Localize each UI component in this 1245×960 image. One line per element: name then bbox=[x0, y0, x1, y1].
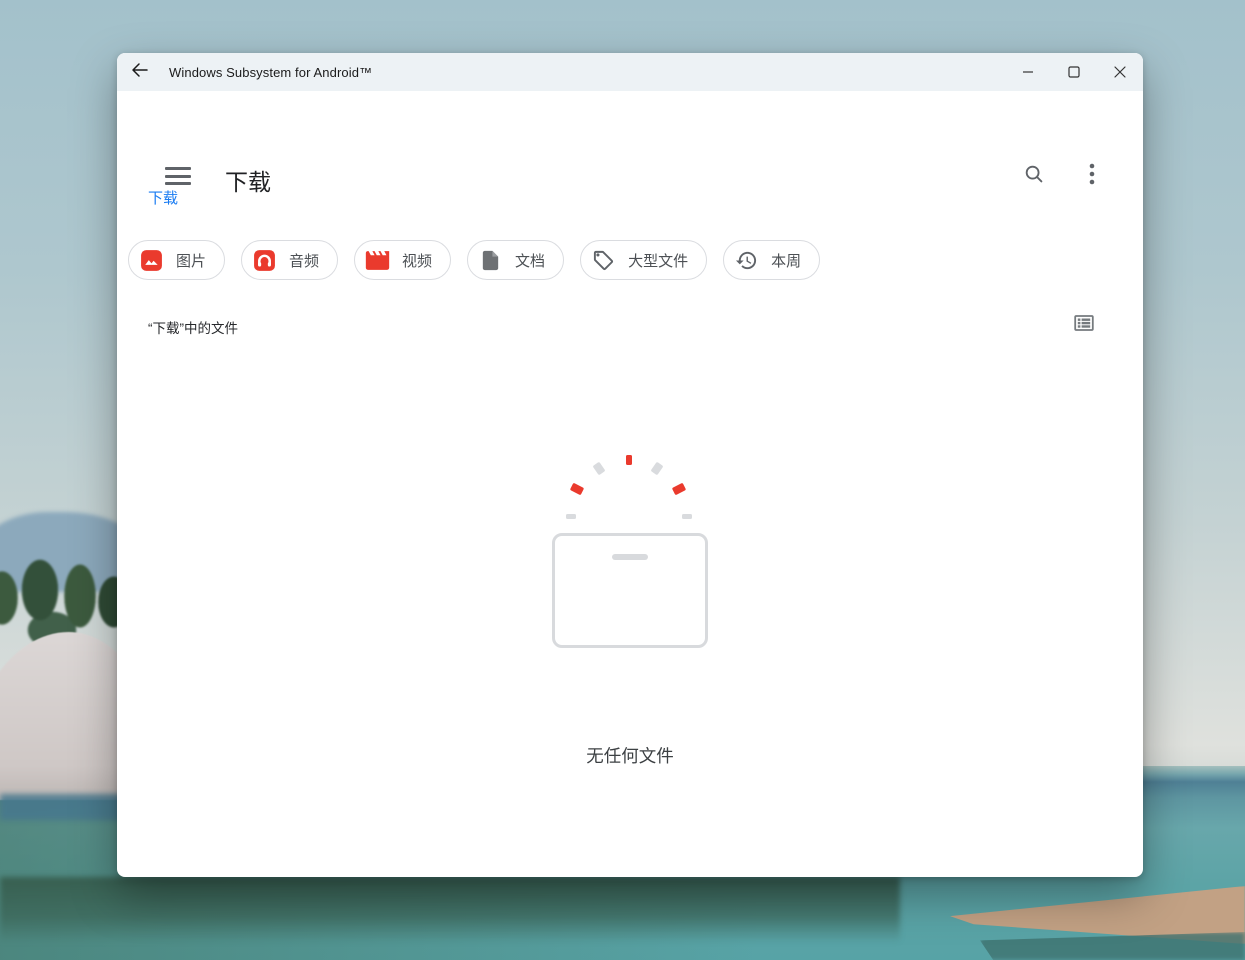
filter-chip-label: 视频 bbox=[402, 250, 432, 271]
breadcrumb-downloads[interactable]: 下载 bbox=[148, 187, 178, 208]
empty-message: 无任何文件 bbox=[117, 743, 1143, 768]
window-titlebar: Windows Subsystem for Android™ bbox=[117, 53, 1143, 91]
filter-chip-images[interactable]: 图片 bbox=[128, 240, 225, 280]
history-icon bbox=[733, 247, 759, 273]
image-icon bbox=[138, 247, 164, 273]
filter-chip-row: 图片 音频 视频 文档 大型文件 bbox=[128, 240, 820, 280]
maximize-icon bbox=[1068, 66, 1080, 78]
maximize-button[interactable] bbox=[1051, 53, 1097, 91]
back-arrow-icon bbox=[131, 62, 149, 83]
back-button[interactable] bbox=[117, 53, 163, 91]
search-icon bbox=[1023, 163, 1045, 190]
hamburger-icon bbox=[165, 167, 191, 185]
filter-chip-audio[interactable]: 音频 bbox=[241, 240, 338, 280]
overflow-menu-button[interactable] bbox=[1072, 156, 1112, 196]
document-icon bbox=[477, 247, 503, 273]
confetti-piece bbox=[570, 483, 584, 496]
tag-icon bbox=[590, 247, 616, 273]
filter-chip-videos[interactable]: 视频 bbox=[354, 240, 451, 280]
video-icon bbox=[364, 247, 390, 273]
filter-chip-documents[interactable]: 文档 bbox=[467, 240, 564, 280]
confetti-piece bbox=[682, 514, 692, 519]
filter-chip-large-files[interactable]: 大型文件 bbox=[580, 240, 707, 280]
wallpaper-reflection bbox=[0, 877, 900, 943]
wsa-files-window: Windows Subsystem for Android™ 下载 bbox=[117, 53, 1143, 877]
filter-chip-label: 本周 bbox=[771, 250, 801, 271]
empty-state-illustration bbox=[549, 450, 709, 665]
overflow-dots-icon bbox=[1089, 163, 1095, 190]
list-view-icon bbox=[1072, 311, 1096, 340]
box-handle bbox=[612, 554, 648, 560]
close-icon bbox=[1114, 66, 1126, 78]
close-button[interactable] bbox=[1097, 53, 1143, 91]
minimize-icon bbox=[1022, 66, 1034, 78]
filter-chip-this-week[interactable]: 本周 bbox=[723, 240, 820, 280]
view-toggle-button[interactable] bbox=[1064, 305, 1104, 345]
confetti-piece bbox=[651, 462, 664, 476]
confetti-piece bbox=[672, 483, 686, 496]
empty-box-icon bbox=[552, 533, 708, 648]
filter-chip-label: 音频 bbox=[289, 250, 319, 271]
search-button[interactable] bbox=[1014, 156, 1054, 196]
page-title: 下载 bbox=[225, 163, 271, 197]
filter-chip-label: 文档 bbox=[515, 250, 545, 271]
section-label: “下载”中的文件 bbox=[148, 317, 238, 337]
audio-icon bbox=[251, 247, 277, 273]
minimize-button[interactable] bbox=[1005, 53, 1051, 91]
confetti-piece bbox=[566, 514, 576, 519]
window-title: Windows Subsystem for Android™ bbox=[169, 65, 372, 80]
confetti-piece bbox=[593, 462, 606, 476]
filter-chip-label: 大型文件 bbox=[628, 250, 688, 271]
filter-chip-label: 图片 bbox=[176, 250, 206, 271]
confetti-piece bbox=[626, 455, 632, 465]
